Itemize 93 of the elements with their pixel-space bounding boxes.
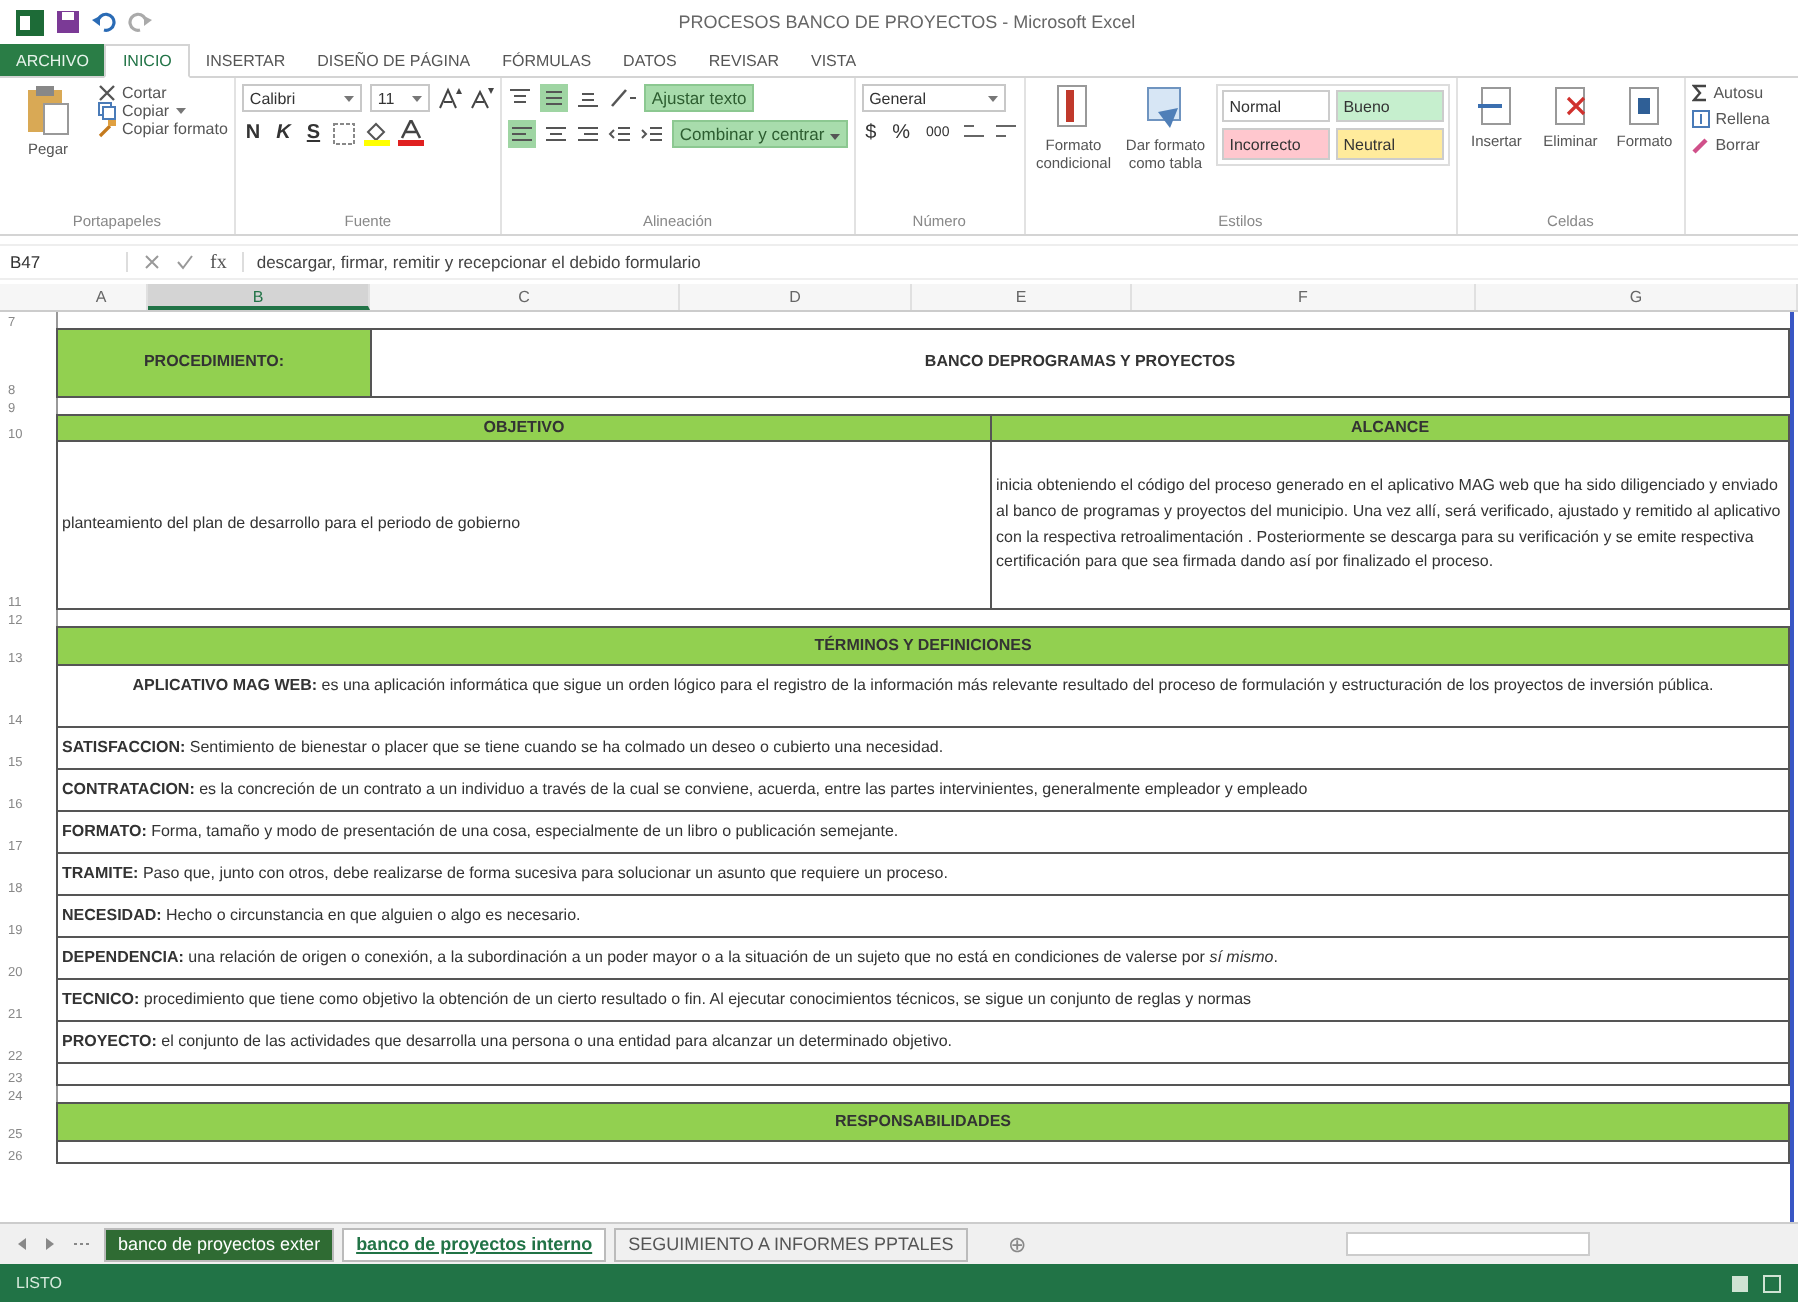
format-painter-button[interactable]: Copiar formato <box>98 120 228 138</box>
page-layout-icon[interactable] <box>1762 1273 1782 1293</box>
cut-button[interactable]: Cortar <box>98 84 167 102</box>
column-header[interactable]: G <box>1476 284 1798 310</box>
font-size-field[interactable]: 11 <box>369 84 430 112</box>
merge-center-button[interactable]: Combinar y centrar <box>671 120 848 148</box>
increase-indent-icon[interactable] <box>639 122 664 146</box>
number-format-field[interactable]: General <box>861 84 1006 112</box>
caret-icon <box>987 95 998 101</box>
brush-icon <box>98 120 116 138</box>
cell-style-swatch[interactable]: Neutral <box>1335 128 1444 160</box>
table-format-icon <box>1145 84 1186 132</box>
align-right-icon[interactable] <box>575 122 600 146</box>
caret-icon <box>411 95 422 101</box>
ribbon-tab[interactable]: REVISAR <box>692 44 795 76</box>
table-cell: PROYECTO: el conjunto de las actividades que desarrolla una persona o una entidad para alcanzar un determinado objetivo. <box>56 1020 1790 1064</box>
window-title: PROCESOS BANCO DE PROYECTOS - Microsoft Excel <box>678 12 1136 32</box>
align-center-icon[interactable] <box>543 122 568 146</box>
copy-icon <box>98 102 116 120</box>
sheet-tab[interactable]: banco de proyectos interno <box>342 1227 607 1261</box>
ribbon-tab[interactable]: DISEÑO DE PÁGINA <box>301 44 487 76</box>
table-cell: TÉRMINOS Y DEFINICIONES <box>56 626 1790 666</box>
cell-style-swatch[interactable]: Normal <box>1221 90 1330 122</box>
clear-button[interactable]: Borrar <box>1691 136 1760 154</box>
table-cell: inicia obteniendo el código del proceso generado en el aplicativo MAG web que ha sido diligenciado y enviado al banco de programas y proyectos del municipio. Una vez allí, será verificado, ajustado y remitido al aplicativo con la respectiva retroalimentación . Posteriormente se descarga para su verificación y se emite respectiva certificación para que sea firmada dando así por finalizado el proceso. <box>990 440 1790 610</box>
column-header[interactable]: E <box>912 284 1132 310</box>
italic-button[interactable]: K <box>272 122 295 144</box>
percent-button[interactable]: % <box>888 121 915 143</box>
orientation-icon[interactable] <box>607 86 636 110</box>
clipboard-icon <box>26 84 70 136</box>
caret-icon <box>829 134 840 140</box>
ribbon-tab[interactable]: FÓRMULAS <box>486 44 608 76</box>
cell-style-swatch[interactable]: Bueno <box>1335 90 1444 122</box>
table-cell: TECNICO: procedimiento que tiene como objetivo la obtención de un cierto resultado o fin. Al ejecutar conocimientos técnicos, se sigue un conjunto de reglas y normas <box>56 978 1790 1022</box>
font-family-field[interactable]: Calibri <box>241 84 362 112</box>
status-text: LISTO <box>16 1274 62 1292</box>
normal-view-icon[interactable] <box>1730 1273 1750 1293</box>
fill-color-icon[interactable] <box>364 120 391 146</box>
undo-icon[interactable] <box>92 10 116 34</box>
file-tab[interactable]: ARCHIVO <box>0 44 105 76</box>
table-cell: SATISFACCION: Sentimiento de bienestar o placer que se tiene cuando se ha colmado un deseo o cubierto una necesidad. <box>56 726 1790 770</box>
shrink-font-icon[interactable] <box>469 86 494 110</box>
fill-button[interactable]: Rellena <box>1691 110 1770 128</box>
sigma-icon <box>1691 84 1708 102</box>
sheet-tab[interactable]: SEGUIMIENTO A INFORMES PPTALES <box>614 1227 968 1261</box>
format-cells-icon <box>1626 84 1663 128</box>
cancel-icon[interactable] <box>144 254 160 270</box>
column-header[interactable]: F <box>1132 284 1476 310</box>
table-cell: TRAMITE: Paso que, junto con otros, debe realizarse de forma sucesiva para solucionar un asunto que requiere un proceso. <box>56 852 1790 896</box>
cell-style-swatch[interactable]: Incorrecto <box>1221 128 1330 160</box>
borders-icon[interactable] <box>332 121 357 145</box>
delete-cells-icon <box>1552 84 1589 128</box>
insert-function-button[interactable]: fx <box>210 251 227 273</box>
grow-font-icon[interactable] <box>437 86 462 110</box>
table-cell: OBJETIVO <box>56 414 992 442</box>
wrap-text-button[interactable]: Ajustar texto <box>643 84 755 112</box>
table-cell: FORMATO: Forma, tamaño y modo de presentación de una cosa, especialmente de un libro o publicación semejante. <box>56 810 1790 854</box>
bold-button[interactable]: N <box>241 122 265 144</box>
column-header[interactable]: C <box>370 284 680 310</box>
insert-cells-icon <box>1478 84 1515 128</box>
column-header[interactable]: B <box>148 284 370 310</box>
column-header[interactable]: D <box>680 284 912 310</box>
horizontal-scrollbar[interactable] <box>1345 1232 1590 1256</box>
table-cell: APLICATIVO MAG WEB: es una aplicación informática que sigue un orden lógico para el registro de la información más relevante resultado del proceso de formulación y estructuración de los proyectos de inversión pública. <box>56 664 1790 728</box>
caret-icon <box>175 108 186 114</box>
font-color-icon[interactable] <box>398 120 425 146</box>
align-middle-icon[interactable] <box>539 84 568 112</box>
name-box[interactable]: B47 <box>4 252 128 272</box>
decrease-indent-icon[interactable] <box>607 122 632 146</box>
ribbon-tab[interactable]: INSERTAR <box>189 44 302 76</box>
table-cell: CONTRATACION: es la concreción de un contrato a un individuo a través de la cual se conviene, acuerda, entre las partes intervinientes, generalmente empleador y empleado <box>56 768 1790 812</box>
fill-down-icon <box>1691 110 1710 128</box>
copy-button[interactable]: Copiar <box>98 102 186 120</box>
table-cell: NECESIDAD: Hecho o circunstancia en que alguien o algo es necesario. <box>56 894 1790 938</box>
table-cell: DEPENDENCIA: una relación de origen o conexión, a la subordinación a un poder mayor o a la situación de un sujeto que no está en condiciones de valerse por sí mismo. <box>56 936 1790 980</box>
ribbon-tab[interactable]: DATOS <box>607 44 693 76</box>
ribbon-tab[interactable]: INICIO <box>104 44 190 78</box>
currency-button[interactable]: $ <box>861 121 881 143</box>
table-cell: RESPONSABILIDADES <box>56 1102 1790 1142</box>
formula-field[interactable]: descargar, firmar, remitir y recepcionar el debido formulario <box>242 252 1798 272</box>
caret-icon <box>343 95 354 101</box>
underline-button[interactable]: S <box>302 122 325 144</box>
scissors-icon <box>98 84 116 102</box>
sheet-tab[interactable]: banco de proyectos exter <box>104 1227 335 1261</box>
table-cell: planteamiento del plan de desarrollo para el periodo de gobierno <box>56 440 992 610</box>
align-left-icon[interactable] <box>507 120 536 148</box>
table-cell: BANCO DEPROGRAMAS Y PROYECTOS <box>370 328 1790 398</box>
check-icon[interactable] <box>176 254 194 270</box>
table-cell: PROCEDIMIENTO: <box>56 328 372 398</box>
save-icon[interactable] <box>56 10 80 34</box>
table-cell: ALCANCE <box>990 414 1790 442</box>
ribbon-tab[interactable]: VISTA <box>795 44 873 76</box>
autosum-button[interactable]: Autosu <box>1691 84 1764 102</box>
